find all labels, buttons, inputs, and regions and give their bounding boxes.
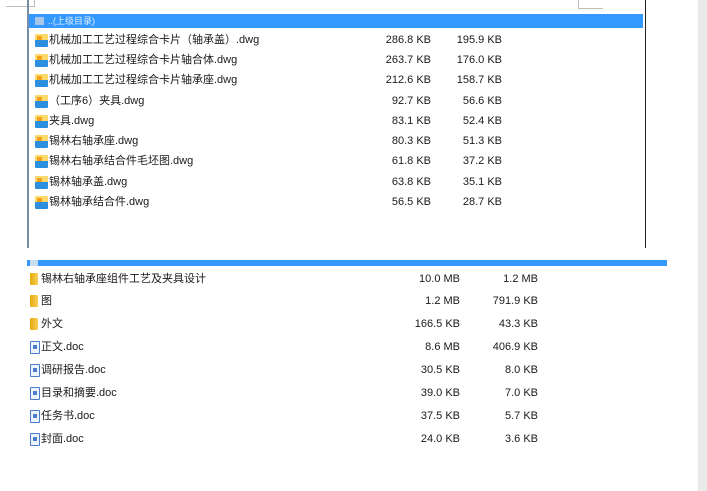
folder-up-icon: [30, 260, 38, 266]
packed-size: 791.9 KB: [492, 295, 538, 307]
file-row[interactable]: 机械加工工艺过程综合卡片轴承座.dwg 212.6 KB 158.7 KB: [35, 71, 635, 90]
file-size: 286.8 KB: [385, 34, 431, 46]
list-item[interactable]: 任务书.doc 37.5 KB 5.7 KB: [30, 405, 660, 427]
file-size: 92.7 KB: [391, 95, 431, 107]
file-size: 61.8 KB: [391, 155, 431, 167]
list-item[interactable]: 封面.doc 24.0 KB 3.6 KB: [30, 428, 660, 450]
panel-border-right: [645, 0, 646, 248]
packed-size: 35.1 KB: [462, 176, 502, 188]
word-document-icon: [30, 410, 40, 423]
dwg-file-icon: [35, 196, 48, 209]
list-item[interactable]: 调研报告.doc 30.5 KB 8.0 KB: [30, 359, 660, 381]
vertical-scrollbar[interactable]: [698, 0, 707, 491]
item-name: 任务书.doc: [41, 410, 95, 422]
packed-size: 37.2 KB: [462, 155, 502, 167]
folder-icon: [30, 273, 38, 285]
file-name: 机械加工工艺过程综合卡片轴承座.dwg: [49, 74, 238, 86]
list-item[interactable]: 目录和摘要.doc 39.0 KB 7.0 KB: [30, 382, 660, 404]
list-item[interactable]: 锡林右轴承座组件工艺及夹具设计 10.0 MB 1.2 MB: [30, 268, 660, 290]
item-size: 39.0 KB: [420, 387, 460, 399]
packed-size: 56.6 KB: [462, 95, 502, 107]
word-document-icon: [30, 433, 40, 446]
file-row[interactable]: 锡林右轴承座.dwg 80.3 KB 51.3 KB: [35, 132, 635, 151]
packed-size: 51.3 KB: [462, 135, 502, 147]
dwg-file-icon: [35, 34, 48, 47]
file-name: 锡林轴承结合件.dwg: [49, 196, 150, 208]
dwg-file-icon: [35, 176, 48, 189]
parent-directory-label: ..(上级目录): [48, 16, 95, 26]
dwg-file-icon: [35, 54, 48, 67]
list-item[interactable]: 正文.doc 8.6 MB 406.9 KB: [30, 336, 660, 358]
packed-size: 195.9 KB: [456, 34, 502, 46]
folder-up-icon: [35, 17, 44, 25]
file-size: 63.8 KB: [391, 176, 431, 188]
archive-listing-docs: 锡林右轴承座组件工艺及夹具设计 10.0 MB 1.2 MB 图 1.2 MB …: [27, 256, 667, 456]
packed-size: 28.7 KB: [462, 196, 502, 208]
file-name: （工序6）夹具.dwg: [49, 95, 145, 107]
packed-size: 406.9 KB: [492, 341, 538, 353]
packed-size: 7.0 KB: [504, 387, 538, 399]
item-size: 166.5 KB: [414, 318, 460, 330]
file-name: 锡林轴承盖.dwg: [49, 176, 128, 188]
packed-size: 158.7 KB: [456, 74, 502, 86]
dwg-file-icon: [35, 74, 48, 87]
file-name: 夹具.dwg: [49, 115, 95, 127]
file-row[interactable]: （工序6）夹具.dwg 92.7 KB 56.6 KB: [35, 92, 635, 111]
file-name: 机械加工工艺过程综合卡片（轴承盖）.dwg: [49, 34, 260, 46]
item-name: 图: [41, 295, 52, 307]
packed-size: 1.2 MB: [503, 273, 538, 285]
file-name: 机械加工工艺过程综合卡片轴合体.dwg: [49, 54, 238, 66]
item-name: 锡林右轴承座组件工艺及夹具设计: [41, 273, 206, 285]
panel-border-left: [27, 0, 29, 248]
file-size: 212.6 KB: [385, 74, 431, 86]
file-size: 83.1 KB: [391, 115, 431, 127]
file-size: 56.5 KB: [391, 196, 431, 208]
word-document-icon: [30, 341, 40, 354]
dwg-file-icon: [35, 115, 48, 128]
word-document-icon: [30, 364, 40, 377]
file-row[interactable]: 机械加工工艺过程综合卡片（轴承盖）.dwg 286.8 KB 195.9 KB: [35, 31, 635, 50]
file-size: 263.7 KB: [385, 54, 431, 66]
file-row[interactable]: 锡林右轴承结合件毛坯图.dwg 61.8 KB 37.2 KB: [35, 152, 635, 171]
dwg-file-icon: [35, 155, 48, 168]
list-item[interactable]: 图 1.2 MB 791.9 KB: [30, 290, 660, 312]
dwg-file-icon: [35, 95, 48, 108]
item-size: 24.0 KB: [420, 433, 460, 445]
file-row[interactable]: 锡林轴承盖.dwg 63.8 KB 35.1 KB: [35, 173, 635, 192]
item-size: 30.5 KB: [420, 364, 460, 376]
item-name: 目录和摘要.doc: [41, 387, 117, 399]
archive-listing-dwg: ..(上级目录) 机械加工工艺过程综合卡片（轴承盖）.dwg 286.8 KB …: [27, 0, 646, 248]
file-row[interactable]: 夹具.dwg 83.1 KB 52.4 KB: [35, 112, 635, 131]
packed-size: 5.7 KB: [504, 410, 538, 422]
file-row[interactable]: 机械加工工艺过程综合卡片轴合体.dwg 263.7 KB 176.0 KB: [35, 51, 635, 70]
word-document-icon: [30, 387, 40, 400]
packed-size: 52.4 KB: [462, 115, 502, 127]
item-size: 8.6 MB: [425, 341, 460, 353]
item-name: 封面.doc: [41, 433, 84, 445]
file-size: 80.3 KB: [391, 135, 431, 147]
item-name: 正文.doc: [41, 341, 84, 353]
parent-directory-row[interactable]: [27, 260, 667, 266]
dwg-file-icon: [35, 135, 48, 148]
packed-size: 176.0 KB: [456, 54, 502, 66]
item-size: 10.0 MB: [419, 273, 460, 285]
item-name: 调研报告.doc: [41, 364, 106, 376]
item-name: 外文: [41, 318, 63, 330]
item-size: 1.2 MB: [425, 295, 460, 307]
list-item[interactable]: 外文 166.5 KB 43.3 KB: [30, 313, 660, 335]
parent-directory-row[interactable]: ..(上级目录): [29, 14, 643, 28]
file-row[interactable]: 锡林轴承结合件.dwg 56.5 KB 28.7 KB: [35, 193, 635, 212]
item-size: 37.5 KB: [420, 410, 460, 422]
packed-size: 3.6 KB: [504, 433, 538, 445]
packed-size: 8.0 KB: [504, 364, 538, 376]
file-name: 锡林右轴承结合件毛坯图.dwg: [49, 155, 194, 167]
folder-icon: [30, 318, 38, 330]
file-name: 锡林右轴承座.dwg: [49, 135, 139, 147]
packed-size: 43.3 KB: [498, 318, 538, 330]
folder-icon: [30, 295, 38, 307]
